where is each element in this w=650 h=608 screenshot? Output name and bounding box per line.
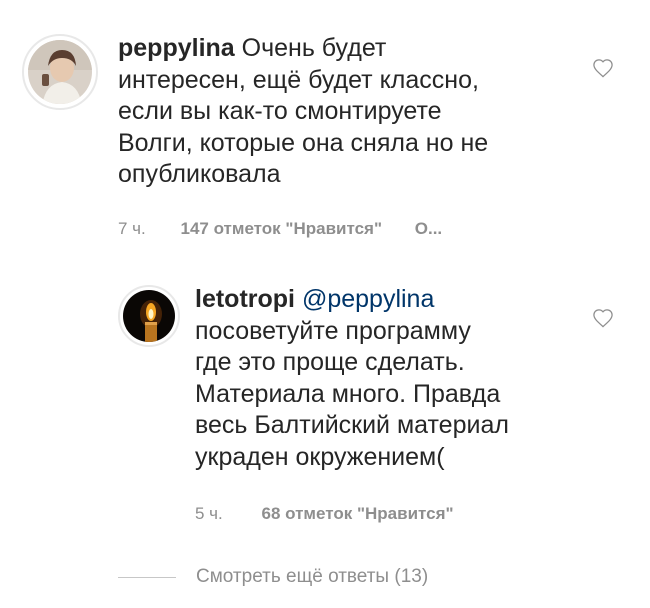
mention-link[interactable]: @peppylina — [302, 285, 434, 313]
comment-meta: 7 ч. 147 отметок "Нравится" О... — [118, 219, 442, 239]
comment-meta: 5 ч. 68 отметок "Нравится" — [195, 504, 454, 524]
comment-text: letotropi @peppylina посоветуйте програм… — [195, 284, 575, 473]
comment-text: peppylina Очень будет интересен, ещё буд… — [118, 33, 548, 191]
likes-count[interactable]: 68 отметок "Нравится" — [262, 504, 454, 524]
comment-line: если вы как-то смонтируете — [118, 97, 442, 125]
view-more-replies-button[interactable]: Смотреть ещё ответы (13) — [118, 566, 428, 588]
comment-line: посоветуйте программу — [195, 316, 471, 345]
username[interactable]: peppylina — [118, 34, 235, 62]
avatar[interactable] — [118, 285, 180, 347]
comment-line: весь Балтийский материал — [195, 411, 509, 439]
comment-line: Волги, которые она сняла но не — [118, 128, 489, 157]
comment-body-start: Очень будет — [241, 34, 387, 62]
heart-icon[interactable] — [592, 308, 614, 328]
comment-line: интересен, ещё будет классно, — [118, 65, 479, 94]
timestamp: 7 ч. — [118, 219, 146, 238]
timestamp: 5 ч. — [195, 504, 223, 523]
candle-avatar-image — [123, 290, 175, 342]
heart-icon[interactable] — [592, 58, 614, 78]
avatar[interactable] — [22, 34, 98, 110]
avatar-photo — [28, 40, 92, 104]
likes-count[interactable]: 147 отметок "Нравится" — [181, 219, 383, 239]
comment-line: украден окружением( — [195, 442, 445, 471]
comment-line: где это проще сделать. — [195, 348, 465, 376]
comment-line: опубликовала — [118, 160, 281, 188]
username[interactable]: letotropi — [195, 285, 295, 313]
comment-line: Материала много. Правда — [195, 379, 501, 408]
reply-button[interactable]: О... — [415, 219, 442, 239]
divider-line — [118, 576, 176, 578]
view-more-replies-label: Смотреть ещё ответы (13) — [196, 566, 429, 587]
